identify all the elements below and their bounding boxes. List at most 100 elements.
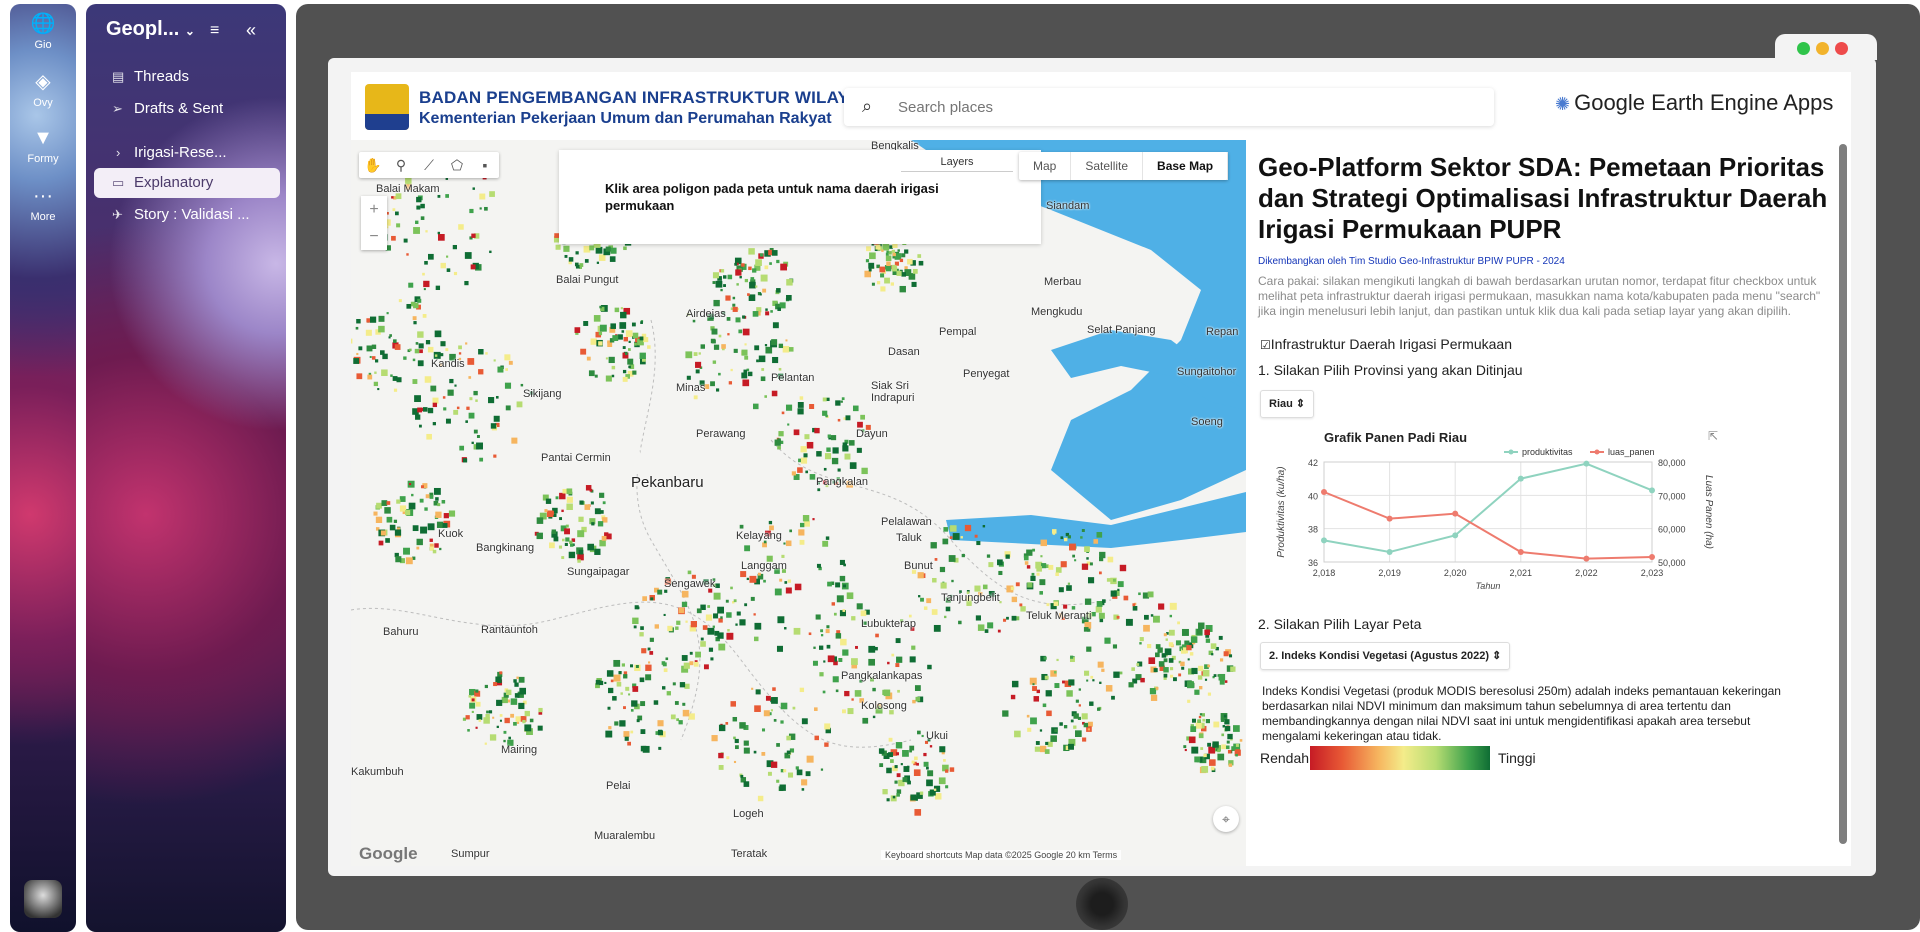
vegetation-pixel: [857, 603, 863, 609]
vegetation-pixel: [1045, 676, 1049, 680]
zoom-out-button[interactable]: −: [361, 223, 387, 250]
rail-item-formy[interactable]: ▼ Formy: [10, 126, 76, 165]
vegetation-pixel: [1032, 683, 1034, 685]
rail-item-more[interactable]: ··· More: [10, 184, 76, 223]
sidebar-item-explanatory[interactable]: ▭Explanatory: [94, 168, 280, 198]
vegetation-pixel: [719, 765, 724, 770]
vegetation-pixel: [827, 582, 832, 587]
vegetation-pixel: [838, 658, 842, 662]
vegetation-pixel: [519, 677, 525, 683]
filter-icon[interactable]: ≡: [210, 22, 219, 40]
vegetation-pixel: [685, 351, 692, 358]
sidebar-item-threads[interactable]: ▤Threads: [94, 62, 280, 92]
vegetation-pixel: [390, 525, 396, 531]
vegetation-pixel: [985, 629, 989, 633]
vegetation-pixel: [1233, 725, 1240, 732]
vegetation-pixel: [1187, 700, 1190, 703]
vegetation-pixel: [733, 737, 736, 740]
search-input[interactable]: [898, 94, 1478, 120]
irrigation-checkbox[interactable]: ☑Infrastruktur Daerah Irigasi Permukaan: [1260, 336, 1512, 352]
gee-brand[interactable]: ✺Google Earth Engine Apps: [1555, 90, 1833, 116]
vegetation-pixel: [1158, 603, 1164, 609]
vegetation-pixel: [731, 369, 733, 371]
close-button[interactable]: [1835, 42, 1848, 55]
vegetation-pixel: [1164, 633, 1167, 636]
vegetation-pixel: [489, 710, 492, 713]
vegetation-pixel: [1208, 693, 1211, 696]
vegetation-pixel: [1037, 690, 1040, 693]
rail-item-gio[interactable]: 🌐 Gio: [10, 12, 76, 51]
avatar[interactable]: [24, 880, 62, 918]
layer-select[interactable]: 2. Indeks Kondisi Vegetasi (Agustus 2022…: [1260, 642, 1510, 670]
vegetation-pixel: [874, 647, 877, 650]
vegetation-pixel: [851, 698, 853, 700]
chart-y-right-tick: 60,000: [1658, 525, 1686, 535]
vegetation-pixel: [458, 224, 464, 230]
vegetation-pixel: [1140, 678, 1144, 682]
vegetation-pixel: [824, 742, 828, 746]
vegetation-pixel: [434, 488, 441, 495]
vegetation-pixel: [516, 677, 518, 679]
chart-y-right-tick: 70,000: [1658, 491, 1686, 501]
search-box[interactable]: ⌕: [844, 88, 1494, 126]
chevron-right-icon: ›: [116, 138, 120, 168]
vegetation-pixel: [869, 269, 872, 272]
sidebar-item-irigasi[interactable]: ›Irigasi-Rese...: [94, 138, 280, 168]
vegetation-pixel: [779, 579, 782, 582]
home-button[interactable]: [1076, 878, 1128, 930]
place-label: Balai Makam: [376, 183, 440, 195]
vegetation-pixel: [697, 608, 702, 613]
select-arrows-icon: ⇕: [1492, 650, 1501, 662]
rectangle-icon[interactable]: ▪: [471, 152, 499, 178]
vegetation-pixel: [1224, 715, 1227, 718]
vegetation-pixel: [1032, 549, 1035, 552]
vegetation-pixel: [494, 416, 500, 422]
rail-item-ovy[interactable]: ◈ Ovy: [10, 70, 76, 109]
vegetation-pixel: [663, 662, 667, 666]
minimize-button[interactable]: [1816, 42, 1829, 55]
checkbox-icon[interactable]: ☑: [1260, 338, 1271, 352]
vegetation-pixel: [413, 227, 420, 234]
vegetation-pixel: [812, 518, 814, 520]
chart-y-left-label: Produktivitas (ku/ha): [1276, 466, 1287, 557]
marker-icon[interactable]: ⚲: [387, 152, 415, 178]
province-select[interactable]: Riau ⇕: [1260, 390, 1314, 418]
vegetation-pixel: [579, 500, 583, 504]
vegetation-pixel: [744, 356, 748, 360]
map-attribution[interactable]: Keyboard shortcuts Map data ©2025 Google…: [881, 850, 1121, 860]
vegetation-pixel: [807, 442, 814, 449]
vegetation-pixel: [1200, 713, 1202, 715]
line-icon[interactable]: ⟋: [415, 152, 443, 178]
vegetation-pixel: [587, 544, 594, 551]
fullscreen-icon[interactable]: ⌖: [1213, 806, 1239, 832]
zoom-in-button[interactable]: +: [361, 196, 387, 223]
maximize-button[interactable]: [1797, 42, 1810, 55]
vegetation-pixel: [781, 555, 784, 558]
vegetation-pixel: [855, 690, 862, 697]
place-label: Indrapuri: [871, 392, 914, 404]
vegetation-pixel: [889, 738, 893, 742]
polygon-icon[interactable]: ⬠: [443, 152, 471, 178]
pan-hand-icon[interactable]: ✋: [359, 152, 387, 178]
vegetation-pixel: [901, 253, 905, 257]
sidebar-item-story[interactable]: ✈Story : Validasi ...: [94, 200, 280, 230]
layers-button[interactable]: Layers: [901, 152, 1013, 172]
vegetation-pixel: [688, 571, 692, 575]
map-canvas[interactable]: Bengkalis Balai Makam Siandam Balai Pung…: [351, 140, 1246, 866]
collapse-icon[interactable]: «: [246, 20, 256, 41]
open-external-icon[interactable]: ⇱: [1708, 429, 1718, 443]
vegetation-pixel: [741, 350, 747, 356]
map-type-map[interactable]: Map: [1019, 152, 1071, 180]
credit-link[interactable]: Dikembangkan oleh Tim Studio Geo-Infrast…: [1258, 256, 1565, 267]
map-type-satellite[interactable]: Satellite: [1071, 152, 1143, 180]
vegetation-pixel: [1236, 749, 1239, 752]
panel-scrollbar[interactable]: [1839, 144, 1847, 844]
workspace-title[interactable]: Geopl... ⌄: [106, 18, 195, 41]
vegetation-pixel: [446, 256, 448, 258]
legend-color-ramp: [1310, 746, 1490, 770]
sidebar-item-drafts[interactable]: ➢Drafts & Sent: [94, 94, 280, 124]
vegetation-pixel: [765, 347, 772, 354]
map-type-basemap[interactable]: Base Map: [1143, 152, 1228, 180]
vegetation-pixel: [580, 349, 586, 355]
vegetation-pixel: [1066, 585, 1072, 591]
